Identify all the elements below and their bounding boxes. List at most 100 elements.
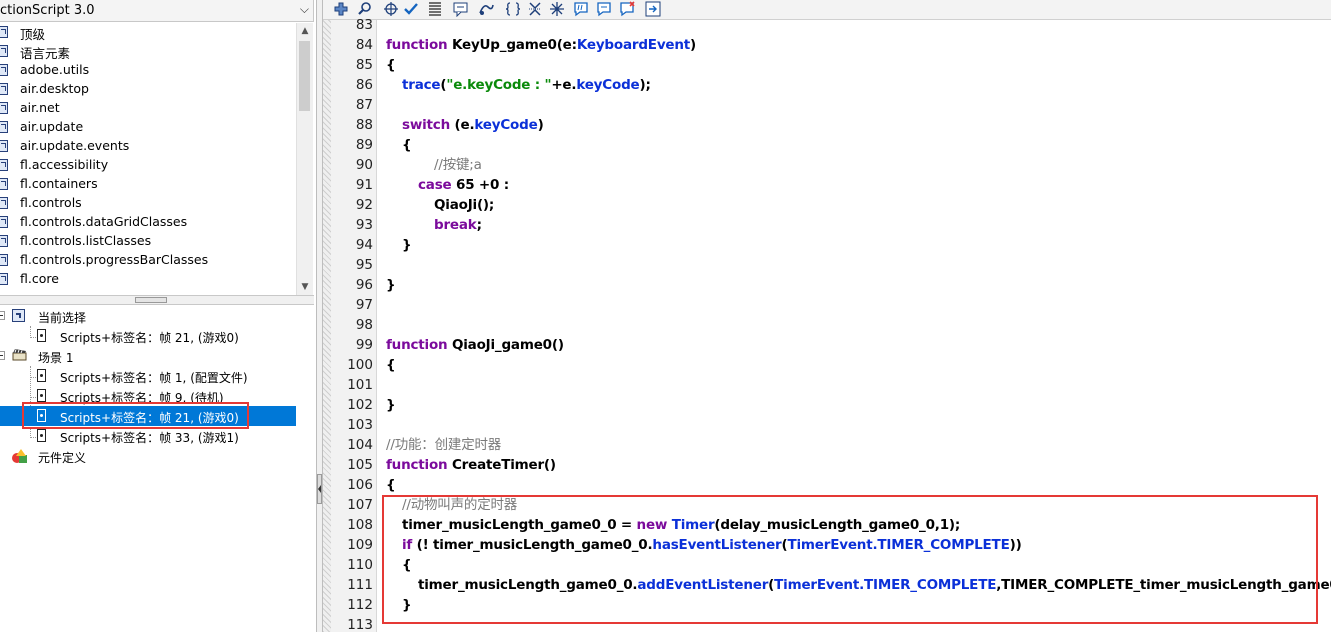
line-number: 97 (355, 297, 373, 313)
code-line[interactable]: { (386, 475, 396, 495)
line-number: 83 (355, 17, 373, 33)
scene-clapper-icon (12, 349, 27, 361)
line-number: 94 (355, 237, 373, 253)
package-icon (0, 26, 8, 38)
package-item[interactable]: air.update.events (0, 137, 296, 156)
code-line[interactable]: case 65 +0 : (418, 175, 509, 195)
code-token: keyCode (576, 77, 640, 93)
code-token: function (386, 337, 452, 353)
code-line[interactable]: //功能：创建定时器 (386, 435, 501, 455)
package-item[interactable]: fl.containers (0, 175, 296, 194)
tree-node-script[interactable]: Scripts+标签名：帧 21, (游戏0) (0, 326, 296, 346)
package-item[interactable]: fl.controls (0, 194, 296, 213)
panel-vertical-divider[interactable] (316, 0, 323, 632)
package-item[interactable]: 语言元素 (0, 42, 296, 61)
remove-comment-icon[interactable] (619, 1, 635, 17)
code-token: function (386, 457, 452, 473)
tree-node-scene[interactable]: 场景 1 (0, 346, 296, 366)
package-item[interactable]: adobe.utils (0, 61, 296, 80)
line-number: 105 (347, 457, 373, 473)
toggle-help-icon[interactable] (645, 1, 661, 17)
code-line[interactable]: } (402, 235, 412, 255)
tree-node-script[interactable]: Scripts+标签名：帧 1, (配置文件) (0, 366, 296, 386)
code-line[interactable]: trace("e.keyCode : "+e.keyCode); (402, 75, 651, 95)
script-navigator-tree: 当前选择 Scripts+标签名：帧 21, (游戏0) 场景 1 Script… (0, 306, 296, 632)
package-icon (0, 83, 8, 95)
code-line[interactable]: { (386, 355, 396, 375)
collapse-panel-arrow-icon[interactable] (317, 474, 322, 504)
collapse-icon[interactable] (0, 351, 5, 360)
code-token: function (386, 37, 452, 53)
scroll-down-arrow-icon[interactable]: ▼ (297, 279, 313, 295)
code-token: keyCode (474, 117, 538, 133)
package-icon (0, 235, 8, 247)
package-label: fl.controls.progressBarClasses (20, 252, 209, 267)
language-dropdown[interactable]: ctionScript 3.0 ⌵ (0, 0, 314, 22)
code-hint-icon[interactable] (453, 1, 469, 17)
package-icon (0, 178, 8, 190)
expand-all-icon[interactable] (549, 1, 565, 17)
package-item[interactable]: 顶级 (0, 23, 296, 42)
code-line[interactable]: function CreateTimer() (386, 455, 556, 475)
package-item[interactable]: fl.core (0, 270, 296, 289)
symbol-definitions-icon (12, 449, 27, 463)
tree-node-current-selection[interactable]: 当前选择 (0, 306, 296, 326)
scrollbar-thumb[interactable] (299, 41, 310, 111)
code-token: } (386, 397, 396, 413)
code-line[interactable]: } (386, 275, 396, 295)
panel-splitter[interactable] (0, 295, 314, 305)
package-icon (0, 254, 8, 266)
code-token: KeyUp_game0(e: (451, 37, 577, 53)
package-label: air.update.events (20, 138, 130, 153)
apply-block-comment-icon[interactable] (573, 1, 589, 17)
package-item[interactable]: air.update (0, 118, 296, 137)
collapse-selection-icon[interactable] (527, 1, 543, 17)
line-number: 110 (347, 557, 373, 573)
line-number: 107 (347, 497, 373, 513)
package-item[interactable]: fl.controls.progressBarClasses (0, 251, 296, 270)
splitter-grip-icon[interactable] (135, 297, 167, 303)
package-label: fl.controls.dataGridClasses (20, 214, 188, 229)
line-number: 88 (355, 117, 373, 133)
code-line[interactable]: function QiaoJi_game0() (386, 335, 564, 355)
package-item[interactable]: air.desktop (0, 80, 296, 99)
tree-node-symbol-definitions[interactable]: 元件定义 (0, 446, 296, 466)
code-token: ; (476, 217, 482, 233)
line-number: 103 (347, 417, 373, 433)
auto-format-icon[interactable] (427, 1, 443, 17)
code-token: 65 +0 : (451, 177, 509, 193)
code-line[interactable]: break; (434, 215, 482, 235)
code-line[interactable]: QiaoJi(); (434, 195, 494, 215)
code-line[interactable]: //按键;a (434, 155, 482, 175)
line-number: 95 (355, 257, 373, 273)
package-list-scrollbar[interactable]: ▲ ▼ (296, 23, 313, 295)
code-token: ) (537, 117, 544, 133)
package-item[interactable]: fl.accessibility (0, 156, 296, 175)
apply-line-comment-icon[interactable] (596, 1, 612, 17)
package-label: fl.containers (20, 176, 98, 191)
code-token: //按键;a (434, 157, 482, 173)
line-number: 109 (347, 537, 373, 553)
line-number: 111 (347, 577, 373, 593)
scroll-up-arrow-icon[interactable]: ▲ (297, 23, 313, 39)
code-line[interactable]: function KeyUp_game0(e:KeyboardEvent) (386, 35, 696, 55)
chevron-down-icon[interactable]: ⌵ (300, 2, 309, 17)
code-token: //功能：创建定时器 (386, 437, 502, 453)
collapse-braces-icon[interactable] (505, 1, 521, 17)
collapse-icon[interactable] (0, 311, 5, 320)
code-line[interactable]: { (402, 135, 412, 155)
package-item[interactable]: air.net (0, 99, 296, 118)
code-line[interactable]: } (386, 395, 396, 415)
target-icon[interactable] (383, 1, 399, 17)
package-item[interactable]: fl.controls.listClasses (0, 232, 296, 251)
debug-options-icon[interactable] (478, 1, 494, 17)
code-line[interactable]: switch (e.keyCode) (402, 115, 544, 135)
check-syntax-icon[interactable] (403, 1, 419, 17)
package-icon (0, 216, 8, 228)
code-token: "e.keyCode : " (446, 77, 552, 93)
tree-node-script[interactable]: Scripts+标签名：帧 33, (游戏1) (0, 426, 296, 446)
code-line[interactable]: { (386, 55, 396, 75)
package-item[interactable]: fl.controls.dataGridClasses (0, 213, 296, 232)
code-token: case (418, 177, 452, 193)
package-label: fl.controls (20, 195, 82, 210)
